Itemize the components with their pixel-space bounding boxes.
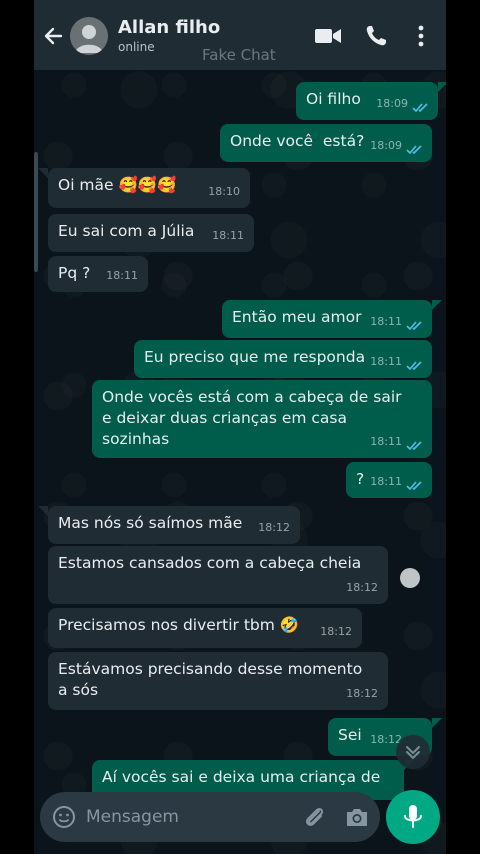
mic-button[interactable] bbox=[386, 790, 440, 844]
message-bubble-outgoing[interactable]: Onde vocês está com a cabeça de sair e d… bbox=[92, 380, 432, 458]
message-text: Onde você está? bbox=[230, 132, 365, 150]
message-text: Oi filho bbox=[306, 90, 361, 108]
read-receipt-icon bbox=[406, 441, 422, 451]
camera-icon[interactable] bbox=[344, 805, 370, 829]
message-bubble-outgoing[interactable]: ? 18:11 bbox=[346, 462, 432, 498]
message-time: 18:09 bbox=[376, 97, 408, 110]
message-bubble-incoming[interactable]: Precisamos nos divertir tbm 🤣 18:12 bbox=[48, 608, 362, 648]
message-time: 18:11 bbox=[370, 355, 402, 368]
message-bubble-incoming[interactable]: Mas nós só saímos mãe 18:12 bbox=[48, 506, 300, 544]
mic-icon bbox=[404, 805, 422, 828]
bubble-tail bbox=[38, 168, 48, 178]
message-bubble-outgoing[interactable]: Eu preciso que me responda 18:11 bbox=[134, 340, 432, 378]
message-text: Pq ? bbox=[58, 264, 91, 282]
avatar-icon bbox=[75, 25, 103, 53]
phone-icon[interactable] bbox=[364, 24, 388, 48]
message-time: 18:12 bbox=[320, 625, 352, 638]
scroll-to-bottom-button[interactable] bbox=[396, 735, 430, 769]
message-bubble-incoming[interactable]: Estamos cansados com a cabeça cheia 18:1… bbox=[48, 546, 388, 604]
message-text: Mas nós só saímos mãe bbox=[58, 514, 243, 532]
video-call-icon[interactable] bbox=[314, 26, 342, 46]
bubble-tail bbox=[432, 300, 442, 310]
contact-status: online bbox=[118, 40, 155, 54]
message-time: 18:11 bbox=[370, 315, 402, 328]
contact-avatar[interactable] bbox=[70, 17, 108, 55]
message-bubble-incoming[interactable]: Pq ? 18:11 bbox=[48, 256, 148, 292]
bubble-tail bbox=[438, 82, 446, 92]
message-bubble-incoming[interactable]: Oi mãe 🥰🥰🥰 18:10 bbox=[48, 168, 250, 208]
scroll-handle[interactable] bbox=[400, 568, 420, 588]
message-text: Estávamos precisando desse momento a sós bbox=[58, 660, 363, 699]
emoji-icon[interactable] bbox=[52, 805, 76, 829]
read-receipt-icon bbox=[406, 481, 422, 491]
message-text: ? bbox=[356, 470, 365, 488]
message-time: 18:12 bbox=[346, 581, 378, 594]
message-bubble-incoming[interactable]: Eu sai com a Júlia 18:11 bbox=[48, 214, 254, 252]
message-text: Precisamos nos divertir tbm 🤣 bbox=[58, 616, 300, 634]
message-text: Eu sai com a Júlia bbox=[58, 222, 195, 240]
message-input-placeholder[interactable]: Mensagem bbox=[86, 807, 179, 827]
message-time: 18:10 bbox=[208, 185, 240, 198]
message-time: 18:11 bbox=[212, 229, 244, 242]
message-text: Então meu amor bbox=[232, 308, 362, 326]
message-time: 18:09 bbox=[370, 139, 402, 152]
message-time: 18:12 bbox=[258, 521, 290, 534]
read-receipt-icon bbox=[406, 145, 422, 155]
message-text: Oi mãe 🥰🥰🥰 bbox=[58, 176, 177, 194]
message-time: 18:11 bbox=[370, 435, 402, 448]
message-text: Sei bbox=[338, 726, 362, 744]
fake-chat-watermark: Fake Chat bbox=[202, 46, 276, 64]
more-vert-icon[interactable] bbox=[416, 24, 426, 48]
message-time: 18:11 bbox=[370, 475, 402, 488]
message-bubble-outgoing[interactable]: Então meu amor 18:11 bbox=[222, 300, 432, 338]
back-arrow-icon[interactable] bbox=[42, 22, 64, 50]
attach-icon[interactable] bbox=[302, 804, 328, 830]
message-text: Eu preciso que me responda bbox=[144, 348, 366, 366]
message-text: Onde vocês está com a cabeça de sair e d… bbox=[102, 388, 402, 448]
message-time: 18:11 bbox=[106, 269, 138, 282]
chat-screen: Allan filho online Fake Chat Oi filho 18… bbox=[34, 0, 446, 854]
chevron-down-icon bbox=[406, 746, 420, 760]
contact-name[interactable]: Allan filho bbox=[118, 17, 220, 38]
bubble-tail bbox=[432, 718, 442, 728]
message-bubble-outgoing[interactable]: Onde você está? 18:09 bbox=[220, 124, 432, 162]
read-receipt-icon bbox=[406, 321, 422, 331]
read-receipt-icon bbox=[412, 103, 428, 113]
bubble-tail bbox=[38, 506, 48, 516]
message-text: Estamos cansados com a cabeça cheia bbox=[58, 554, 362, 572]
message-time: 18:12 bbox=[346, 687, 378, 700]
read-receipt-icon bbox=[406, 361, 422, 371]
message-input-bar[interactable]: Mensagem bbox=[40, 792, 380, 842]
message-bubble-outgoing[interactable]: Oi filho 18:09 bbox=[296, 82, 438, 120]
message-bubble-incoming[interactable]: Estávamos precisando desse momento a sós… bbox=[48, 652, 388, 710]
